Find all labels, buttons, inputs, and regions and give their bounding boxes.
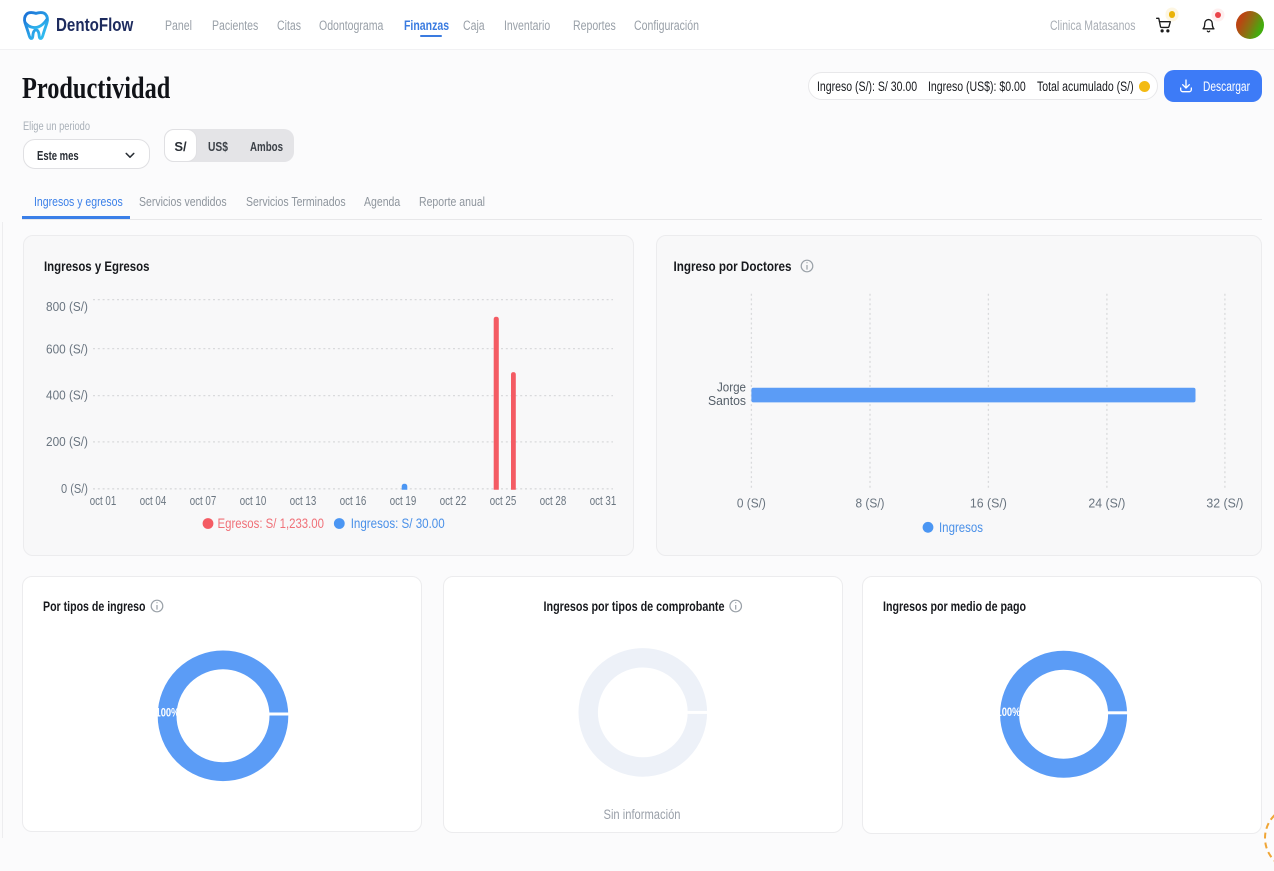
svg-text:600 (S/): 600 (S/): [46, 341, 88, 356]
svg-text:Ingresos por tipos de comproba: Ingresos por tipos de comprobante: [544, 599, 725, 614]
svg-text:24 (S/): 24 (S/): [1088, 496, 1125, 511]
svg-text:oct 16: oct 16: [340, 493, 367, 508]
svg-text:Ingreso por Doctores: Ingreso por Doctores: [674, 259, 792, 274]
svg-text:0 (S/): 0 (S/): [737, 496, 766, 511]
svg-text:100%: 100%: [156, 708, 180, 720]
svg-text:Ingresos: S/ 30.00: Ingresos: S/ 30.00: [351, 516, 445, 531]
svg-text:32 (S/): 32 (S/): [1206, 496, 1243, 511]
svg-text:800 (S/): 800 (S/): [46, 299, 88, 314]
svg-text:oct 28: oct 28: [540, 493, 567, 508]
svg-text:100%: 100%: [997, 707, 1021, 719]
svg-text:Ingresos por medio de pago: Ingresos por medio de pago: [883, 599, 1026, 614]
svg-text:oct 13: oct 13: [290, 493, 317, 508]
svg-text:oct 10: oct 10: [240, 493, 267, 508]
svg-text:Egresos: S/ 1,233.00: Egresos: S/ 1,233.00: [218, 516, 325, 531]
svg-text:oct 07: oct 07: [190, 493, 217, 508]
svg-text:oct 01: oct 01: [90, 493, 117, 508]
svg-text:0 (S/): 0 (S/): [61, 481, 88, 496]
svg-text:oct 25: oct 25: [490, 493, 517, 508]
svg-text:oct 22: oct 22: [440, 493, 467, 508]
svg-text:200 (S/): 200 (S/): [46, 434, 88, 449]
svg-text:Ingresos: Ingresos: [939, 520, 983, 535]
svg-text:oct 04: oct 04: [140, 493, 167, 508]
svg-text:Por tipos de ingreso: Por tipos de ingreso: [43, 599, 146, 614]
svg-text:oct 31: oct 31: [590, 493, 617, 508]
svg-text:400 (S/): 400 (S/): [46, 388, 88, 403]
svg-text:Ingresos y Egresos: Ingresos y Egresos: [44, 259, 150, 274]
svg-text:oct 19: oct 19: [390, 493, 417, 508]
svg-text:8 (S/): 8 (S/): [856, 496, 885, 511]
svg-text:Santos: Santos: [708, 393, 746, 408]
svg-text:Sin información: Sin información: [604, 807, 681, 822]
svg-text:16 (S/): 16 (S/): [970, 496, 1007, 511]
